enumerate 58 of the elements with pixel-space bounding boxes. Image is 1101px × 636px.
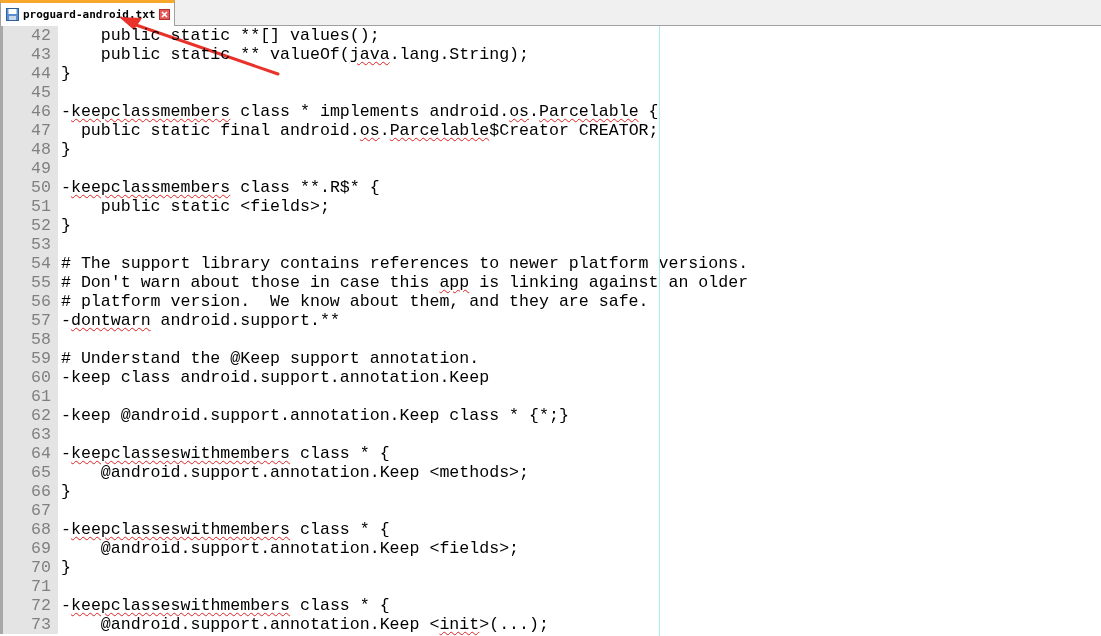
line-number: 67 <box>0 501 58 520</box>
line-number: 48 <box>0 140 58 159</box>
line-number: 58 <box>0 330 58 349</box>
line-number: 71 <box>0 577 58 596</box>
code-line: # The support library contains references to newer platform versions. <box>60 254 749 273</box>
line-number: 43 <box>0 45 58 64</box>
code-line: -keepclasseswithmembers class * { <box>60 596 390 615</box>
line-number: 46 <box>0 102 58 121</box>
line-number: 55 <box>0 273 58 292</box>
code-line: -keepclasseswithmembers class * { <box>60 444 390 463</box>
line-number: 64 <box>0 444 58 463</box>
code-line: -dontwarn android.support.** <box>60 311 340 330</box>
code-line: -keepclassmembers class * implements android.os.Parcelable { <box>60 102 659 121</box>
code-line: } <box>60 558 71 577</box>
line-number: 56 <box>0 292 58 311</box>
line-number: 42 <box>0 26 58 45</box>
code-line: public static final android.os.Parcelable$Creator CREATOR; <box>79 121 659 140</box>
line-number: 44 <box>0 64 58 83</box>
code-line: } <box>60 216 71 235</box>
line-number: 60 <box>0 368 58 387</box>
line-number: 52 <box>0 216 58 235</box>
line-number: 45 <box>0 83 58 102</box>
code-line: @android.support.annotation.Keep <fields>; <box>99 539 520 558</box>
line-number: 68 <box>0 520 58 539</box>
file-tab[interactable]: proguard-android.txt <box>0 0 176 26</box>
code-line: @android.support.annotation.Keep <methods>; <box>99 463 530 482</box>
code-line: } <box>60 64 71 83</box>
line-number: 63 <box>0 425 58 444</box>
line-number: 53 <box>0 235 58 254</box>
line-number: 62 <box>0 406 58 425</box>
line-number: 70 <box>0 558 58 577</box>
line-number: 69 <box>0 539 58 558</box>
code-line: # Don't warn about those in case this app is linking against an older <box>60 273 749 292</box>
line-number: 66 <box>0 482 58 501</box>
close-icon[interactable] <box>159 9 171 20</box>
code-line: public static ** valueOf(java.lang.String); <box>99 45 530 64</box>
line-number: 47 <box>0 121 58 140</box>
code-line: } <box>60 482 71 501</box>
code-line: public static <fields>; <box>99 197 330 216</box>
line-number: 57 <box>0 311 58 330</box>
line-number: 65 <box>0 463 58 482</box>
line-number: 50 <box>0 178 58 197</box>
code-line: -keepclassmembers class **.R$* { <box>60 178 380 197</box>
code-line: -keep @android.support.annotation.Keep class * {*;} <box>60 406 569 425</box>
code-line: @android.support.annotation.Keep <init>(...); <box>99 615 549 634</box>
code-line: public static **[] values(); <box>99 26 380 45</box>
line-number: 49 <box>0 159 58 178</box>
code-line: -keepclasseswithmembers class * { <box>60 520 390 539</box>
code-line: # Understand the @Keep support annotation. <box>60 349 480 368</box>
line-number: 54 <box>0 254 58 273</box>
line-number: 72 <box>0 596 58 615</box>
line-number: 51 <box>0 197 58 216</box>
code-line: -keep class android.support.annotation.Keep <box>60 368 490 387</box>
line-number: 59 <box>0 349 58 368</box>
line-number: 73 <box>0 615 58 634</box>
line-number: 61 <box>0 387 58 406</box>
code-line: } <box>60 140 71 159</box>
code-line: # platform version. We know about them, and they are safe. <box>60 292 649 311</box>
